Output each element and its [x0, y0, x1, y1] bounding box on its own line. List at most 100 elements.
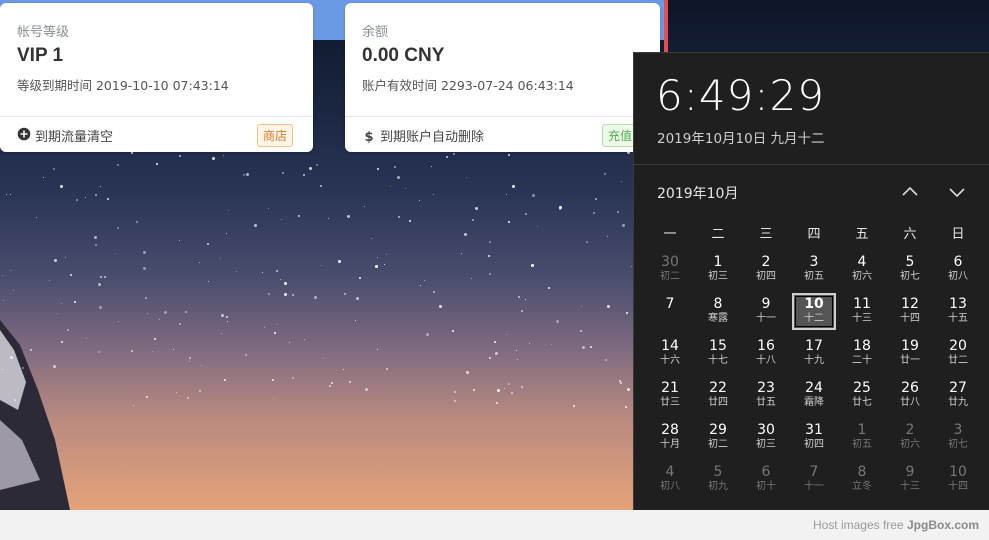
day-number: 8: [713, 296, 723, 312]
calendar-day[interactable]: 30 初二: [646, 251, 694, 293]
calendar-day[interactable]: 29 初二: [694, 419, 742, 461]
calendar-day[interactable]: 6 初十: [742, 461, 790, 503]
calendar-day[interactable]: 30 初三: [742, 419, 790, 461]
star: [211, 157, 215, 161]
day-number: 10: [804, 296, 824, 312]
calendar-day[interactable]: 16 十八: [742, 335, 790, 377]
star: [143, 267, 147, 271]
calendar-day[interactable]: 22 廿四: [694, 377, 742, 419]
calendar-day[interactable]: 31 初四: [790, 419, 838, 461]
calendar-day[interactable]: 7: [646, 293, 694, 335]
calendar-day[interactable]: 27 廿九: [934, 377, 982, 419]
calendar-day[interactable]: 2 初六: [886, 419, 934, 461]
star: [304, 338, 306, 340]
star: [201, 365, 203, 367]
lunar-date: 十一: [804, 481, 824, 492]
shop-tag-button[interactable]: 商店: [256, 124, 293, 147]
chevron-up-icon: [902, 186, 918, 196]
calendar-day-today[interactable]: 10 十二: [790, 293, 838, 335]
day-number: 26: [901, 380, 919, 396]
calendar-day[interactable]: 12 十四: [886, 293, 934, 335]
calendar-day[interactable]: 19 廿一: [886, 335, 934, 377]
calendar-day[interactable]: 18 二十: [838, 335, 886, 377]
calendar-month-label[interactable]: 2019年10月: [657, 183, 738, 203]
calendar-day[interactable]: 1 初三: [694, 251, 742, 293]
day-number: 29: [709, 422, 727, 438]
lunar-date: 廿二: [948, 355, 968, 366]
calendar-day[interactable]: 6 初八: [934, 251, 982, 293]
card-subtitle: 等级到期时间 2019-10-10 07:43:14: [17, 78, 229, 93]
calendar-day[interactable]: 3 初七: [934, 419, 982, 461]
weekday-label: 日: [951, 227, 965, 242]
star: [107, 198, 110, 201]
star: [619, 382, 622, 385]
calendar-day[interactable]: 4 初六: [838, 251, 886, 293]
lunar-date: 十四: [900, 313, 920, 324]
calendar-day[interactable]: 8 立冬: [838, 461, 886, 503]
lunar-date: 十一: [756, 313, 776, 324]
card-footer-text: $ 到期账户自动删除: [362, 126, 484, 145]
calendar-day[interactable]: 3 初五: [790, 251, 838, 293]
calendar-day[interactable]: 17 十九: [790, 335, 838, 377]
star: [198, 261, 200, 263]
day-number: 7: [809, 464, 819, 480]
calendar-day[interactable]: 5 初七: [886, 251, 934, 293]
calendar-day[interactable]: 2 初四: [742, 251, 790, 293]
calendar-day[interactable]: 4 初八: [646, 461, 694, 503]
calendar-day[interactable]: 1 初五: [838, 419, 886, 461]
star: [36, 216, 38, 218]
day-number: 10: [949, 464, 967, 480]
star: [131, 349, 134, 352]
star: [475, 206, 479, 210]
calendar-day[interactable]: 5 初九: [694, 461, 742, 503]
calendar-day[interactable]: 8 寒露: [694, 293, 742, 335]
calendar-day[interactable]: 7 十一: [790, 461, 838, 503]
star: [116, 226, 119, 229]
clock-date-link[interactable]: 2019年10月10日 九月十二: [657, 127, 825, 147]
calendar-day[interactable]: 14 十六: [646, 335, 694, 377]
star: [178, 322, 181, 325]
day-number: 19: [901, 338, 919, 354]
star: [313, 295, 317, 299]
calendar-day[interactable]: 13 十五: [934, 293, 982, 335]
calendar-day[interactable]: 21 廿三: [646, 377, 694, 419]
star: [173, 349, 175, 351]
card-title: 余额: [362, 25, 389, 40]
day-number: 12: [901, 296, 919, 312]
star: [3, 300, 5, 302]
calendar-day[interactable]: 24 霜降: [790, 377, 838, 419]
star: [507, 383, 510, 386]
watermark-brand[interactable]: JpgBox.com: [907, 518, 979, 532]
star: [99, 186, 101, 188]
calendar-day[interactable]: 25 廿七: [838, 377, 886, 419]
calendar-day[interactable]: 23 廿五: [742, 377, 790, 419]
star: [153, 337, 156, 340]
star: [57, 313, 59, 315]
calendar-day[interactable]: 15 十七: [694, 335, 742, 377]
star: [528, 343, 530, 345]
day-number: 8: [857, 464, 867, 480]
previous-month-button[interactable]: [899, 181, 921, 203]
day-number: 5: [713, 464, 723, 480]
weekday-label: 六: [903, 227, 917, 242]
calendar-day[interactable]: 28 十月: [646, 419, 694, 461]
calendar-day[interactable]: 20 廿二: [934, 335, 982, 377]
star: [590, 346, 593, 348]
lunar-date: 初八: [948, 271, 968, 282]
calendar-day[interactable]: 11 十三: [838, 293, 886, 335]
mountain-silhouette: [0, 320, 70, 510]
calendar-day[interactable]: 10 十四: [934, 461, 982, 503]
star: [321, 265, 323, 267]
day-number: 18: [853, 338, 871, 354]
star: [94, 235, 98, 239]
star: [385, 368, 388, 371]
star: [9, 355, 13, 359]
next-month-button[interactable]: [946, 181, 968, 203]
calendar-day[interactable]: 26 廿八: [886, 377, 934, 419]
star: [220, 258, 222, 260]
star: [581, 345, 585, 349]
calendar-day[interactable]: 9 十一: [742, 293, 790, 335]
calendar-day[interactable]: 9 十三: [886, 461, 934, 503]
star: [473, 389, 476, 392]
star: [189, 357, 192, 360]
